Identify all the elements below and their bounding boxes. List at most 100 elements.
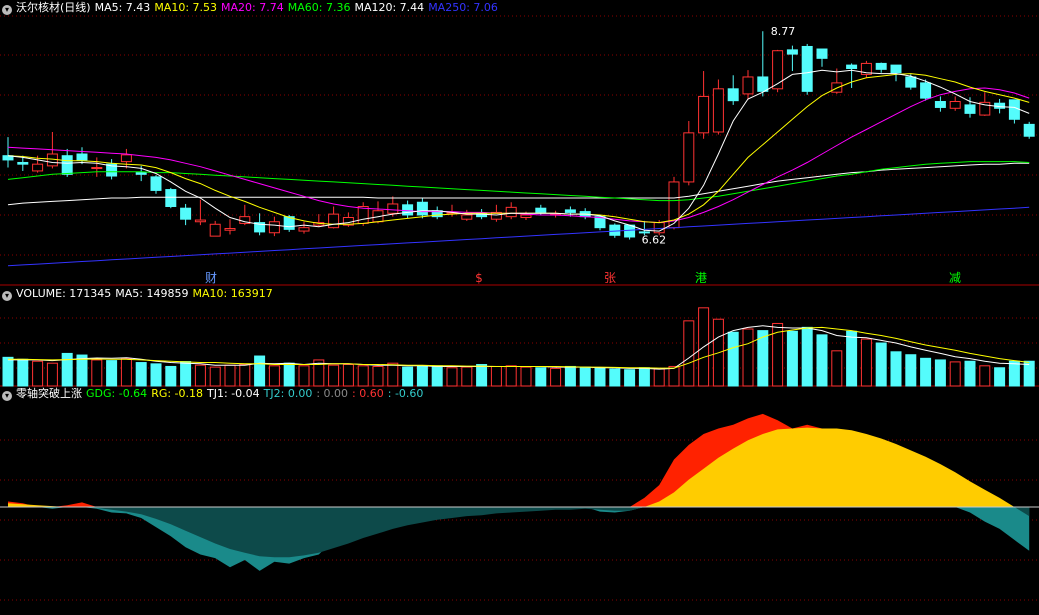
volume-bar: [624, 369, 636, 387]
volume-bar: [979, 365, 991, 387]
volume-bar: [683, 320, 695, 387]
volume-bar: [209, 366, 221, 387]
volume-bar: [91, 359, 103, 387]
candle-body: [194, 219, 206, 223]
volume-bar: [194, 364, 206, 387]
candle-body: [712, 88, 724, 133]
volume-bar: [416, 365, 428, 387]
volume-bar: [135, 362, 147, 387]
volume-bar: [994, 367, 1006, 387]
volume-bar: [550, 367, 562, 387]
candle-body: [1023, 123, 1035, 137]
volume-bar: [594, 367, 606, 387]
candle-body: [165, 189, 177, 207]
candle-body: [949, 101, 961, 109]
event-marker: 减: [949, 271, 961, 285]
volume-bar: [668, 365, 680, 387]
volume-bar: [180, 361, 192, 387]
volume-bar: [2, 356, 14, 387]
candle-body: [609, 224, 621, 236]
candle-body: [520, 214, 532, 219]
volume-bar: [860, 338, 872, 387]
volume-bar: [446, 367, 458, 387]
volume-bar: [165, 365, 177, 387]
candle-body: [801, 45, 813, 92]
volume-bar: [239, 364, 251, 387]
candle-body: [76, 153, 88, 161]
candle-body: [298, 227, 310, 232]
indicator-panel: [0, 413, 1039, 571]
ma20-line: [7, 87, 1030, 224]
volume-bar: [964, 360, 976, 387]
candle-body: [224, 228, 236, 231]
volume-bar: [461, 366, 473, 387]
low-price-label: 6.62: [642, 234, 667, 247]
volume-bar: [32, 360, 44, 387]
stock-chart[interactable]: 6.62 8.77 财 $ 张 港 减: [0, 0, 1039, 615]
candle-body: [328, 213, 340, 229]
candle-body: [402, 204, 414, 216]
volume-bar: [742, 328, 754, 387]
volume-bar: [653, 368, 665, 387]
volume-bar: [638, 367, 650, 387]
candle-body: [17, 161, 29, 165]
candle-body: [683, 132, 695, 183]
indicator-negative-slow-area: [8, 507, 1030, 558]
candle-body: [742, 76, 754, 95]
volume-bar: [476, 364, 488, 387]
volume-bar: [298, 365, 310, 387]
volume-bar: [254, 355, 266, 387]
candle-body: [91, 167, 103, 170]
volume-bar: [106, 360, 118, 387]
candle-body: [150, 176, 162, 191]
candle-body: [875, 62, 887, 70]
volume-bar: [1008, 360, 1020, 387]
volume-bar: [564, 365, 576, 387]
volume-bar: [535, 367, 547, 387]
event-marker: 港: [695, 271, 707, 285]
candle-body: [786, 49, 798, 55]
volume-bar: [727, 331, 739, 387]
volume-bar: [949, 361, 961, 387]
volume-bar: [490, 365, 502, 387]
volume-bar: [772, 322, 784, 387]
candle-body: [757, 76, 769, 92]
candle-body: [964, 104, 976, 114]
volume-bar: [609, 368, 621, 387]
candle-body: [564, 209, 576, 213]
event-marker: $: [475, 271, 483, 285]
volume-bar: [268, 365, 280, 387]
candle-body: [816, 48, 828, 59]
event-marker: 张: [604, 271, 616, 285]
volume-bar: [520, 366, 532, 387]
ma5-line: [7, 69, 1030, 232]
volume-bar: [786, 330, 798, 387]
volume-bar: [372, 365, 384, 387]
volume-bar: [846, 330, 858, 387]
volume-bar: [505, 365, 517, 387]
volume-bar: [431, 365, 443, 387]
volume-bar: [890, 351, 902, 387]
candle-body: [934, 101, 946, 108]
candle-body: [135, 172, 147, 175]
volume-bar: [150, 363, 162, 387]
candle-body: [905, 76, 917, 88]
candle-body: [624, 224, 636, 238]
candle-body: [461, 214, 473, 220]
volume-bar: [1023, 360, 1035, 387]
candle-body: [505, 206, 517, 218]
candle-body: [727, 88, 739, 102]
volume-bar: [328, 364, 340, 387]
volume-bar: [283, 362, 295, 387]
candle-body: [268, 221, 280, 234]
volume-bar: [342, 364, 354, 387]
volume-bar: [934, 359, 946, 387]
candlestick-panel: 6.62 8.77 财 $ 张 港 减: [2, 25, 1035, 285]
event-marker: 财: [205, 271, 217, 285]
candle-body: [180, 207, 192, 220]
volume-bar: [402, 366, 414, 387]
volume-bar: [875, 342, 887, 387]
indicator-positive-slow-area: [8, 427, 1030, 507]
volume-bar: [579, 366, 591, 387]
volume-bar: [920, 357, 932, 387]
